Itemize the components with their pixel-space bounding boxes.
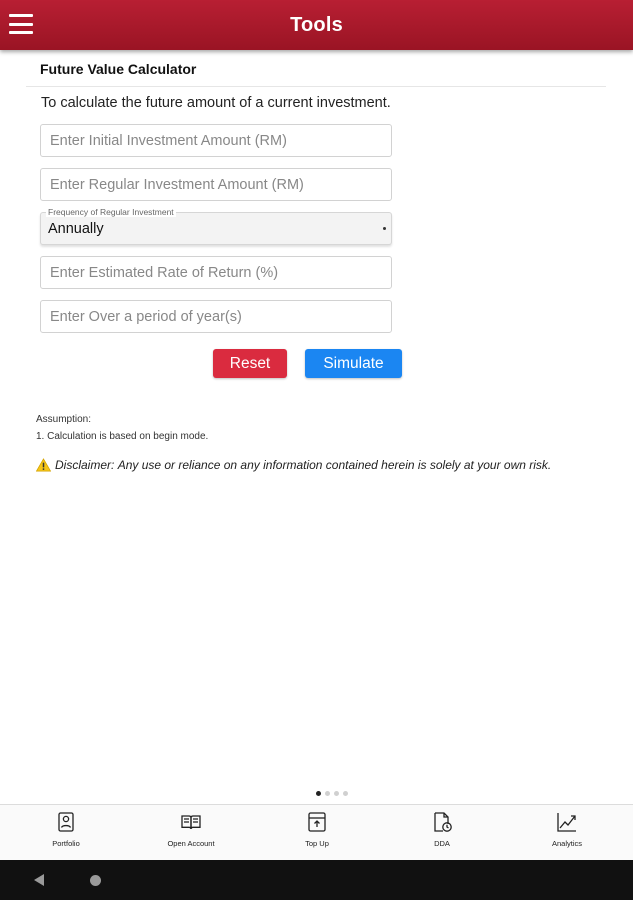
- frequency-value: Annually: [48, 221, 104, 237]
- disclaimer-text: Any use or reliance on any information c…: [117, 458, 552, 472]
- top-up-icon: [308, 812, 326, 832]
- disclaimer: Disclaimer: Any use or reliance on any i…: [36, 458, 551, 472]
- dda-icon: [434, 812, 452, 832]
- assumption-item: 1. Calculation is based on begin mode.: [36, 431, 209, 442]
- page-indicator: [316, 791, 348, 796]
- app-bar: Tools: [0, 0, 633, 50]
- simulate-button[interactable]: Simulate: [305, 349, 402, 378]
- frequency-select[interactable]: Frequency of Regular Investment Annually: [40, 207, 392, 245]
- frequency-label: Frequency of Regular Investment: [46, 207, 176, 217]
- page-dot[interactable]: [325, 791, 330, 796]
- bottom-navigation: Portfolio Open Account Top Up DDA Analyt…: [0, 804, 633, 860]
- assumption-title: Assumption:: [36, 414, 92, 425]
- back-icon[interactable]: [34, 874, 44, 886]
- rate-of-return-input[interactable]: [40, 256, 392, 289]
- nav-item-portfolio[interactable]: Portfolio: [21, 805, 111, 861]
- nav-label-top-up: Top Up: [305, 839, 329, 848]
- nav-item-analytics[interactable]: Analytics: [522, 805, 612, 861]
- page-dot[interactable]: [316, 791, 321, 796]
- portfolio-icon: [58, 812, 74, 832]
- nav-item-open-account[interactable]: Open Account: [146, 805, 236, 861]
- page-dot[interactable]: [343, 791, 348, 796]
- analytics-icon: [557, 813, 576, 832]
- period-years-input[interactable]: [40, 300, 392, 333]
- nav-label-analytics: Analytics: [551, 839, 582, 848]
- reset-button[interactable]: Reset: [213, 349, 287, 378]
- system-navigation-bar: [0, 860, 633, 900]
- warning-icon: [36, 458, 51, 472]
- calculator-intro: To calculate the future amount of a curr…: [41, 95, 391, 111]
- nav-label-dda: DDA: [434, 839, 450, 848]
- page-title: Tools: [290, 13, 343, 36]
- home-icon[interactable]: [90, 875, 101, 886]
- nav-item-top-up[interactable]: Top Up: [272, 805, 362, 861]
- hamburger-menu-icon[interactable]: [9, 14, 33, 34]
- calculator-title: Future Value Calculator: [40, 61, 197, 77]
- disclaimer-label: Disclaimer:: [55, 458, 115, 472]
- section-divider: [26, 86, 606, 87]
- dropdown-caret-icon: [383, 227, 386, 230]
- regular-investment-input[interactable]: [40, 168, 392, 201]
- nav-label-portfolio: Portfolio: [52, 839, 80, 848]
- initial-investment-input[interactable]: [40, 124, 392, 157]
- nav-label-open-account: Open Account: [167, 839, 215, 848]
- page-dot[interactable]: [334, 791, 339, 796]
- open-account-icon: [181, 815, 201, 830]
- nav-item-dda[interactable]: DDA: [397, 805, 487, 861]
